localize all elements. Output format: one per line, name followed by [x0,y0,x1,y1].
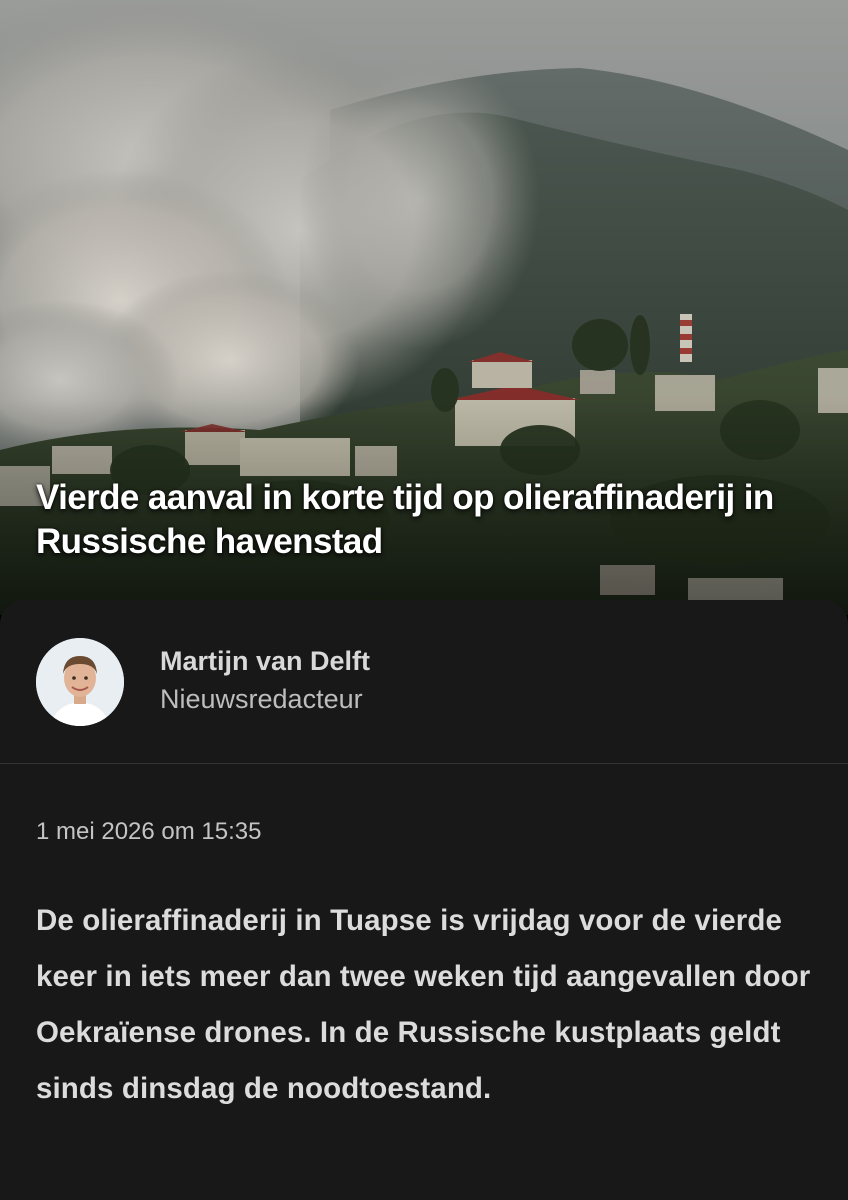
article-sheet: Martijn van Delft Nieuwsredacteur 1 mei … [0,600,848,1200]
divider [0,763,848,764]
author-name[interactable]: Martijn van Delft [160,644,370,678]
author-role: Nieuwsredacteur [160,684,363,714]
author-avatar[interactable] [36,638,124,726]
author-portrait-icon [36,638,124,726]
author-block[interactable]: Martijn van Delft Nieuwsredacteur [36,638,816,728]
publish-date: 1 mei 2026 om 15:35 [36,818,262,845]
article-headline: Vierde aanval in korte tijd op olieraffi… [36,478,774,561]
hero-image[interactable]: Vierde aanval in korte tijd op olieraffi… [0,0,848,615]
article-lead: De olieraffinaderij in Tuapse is vrijdag… [36,904,811,1105]
